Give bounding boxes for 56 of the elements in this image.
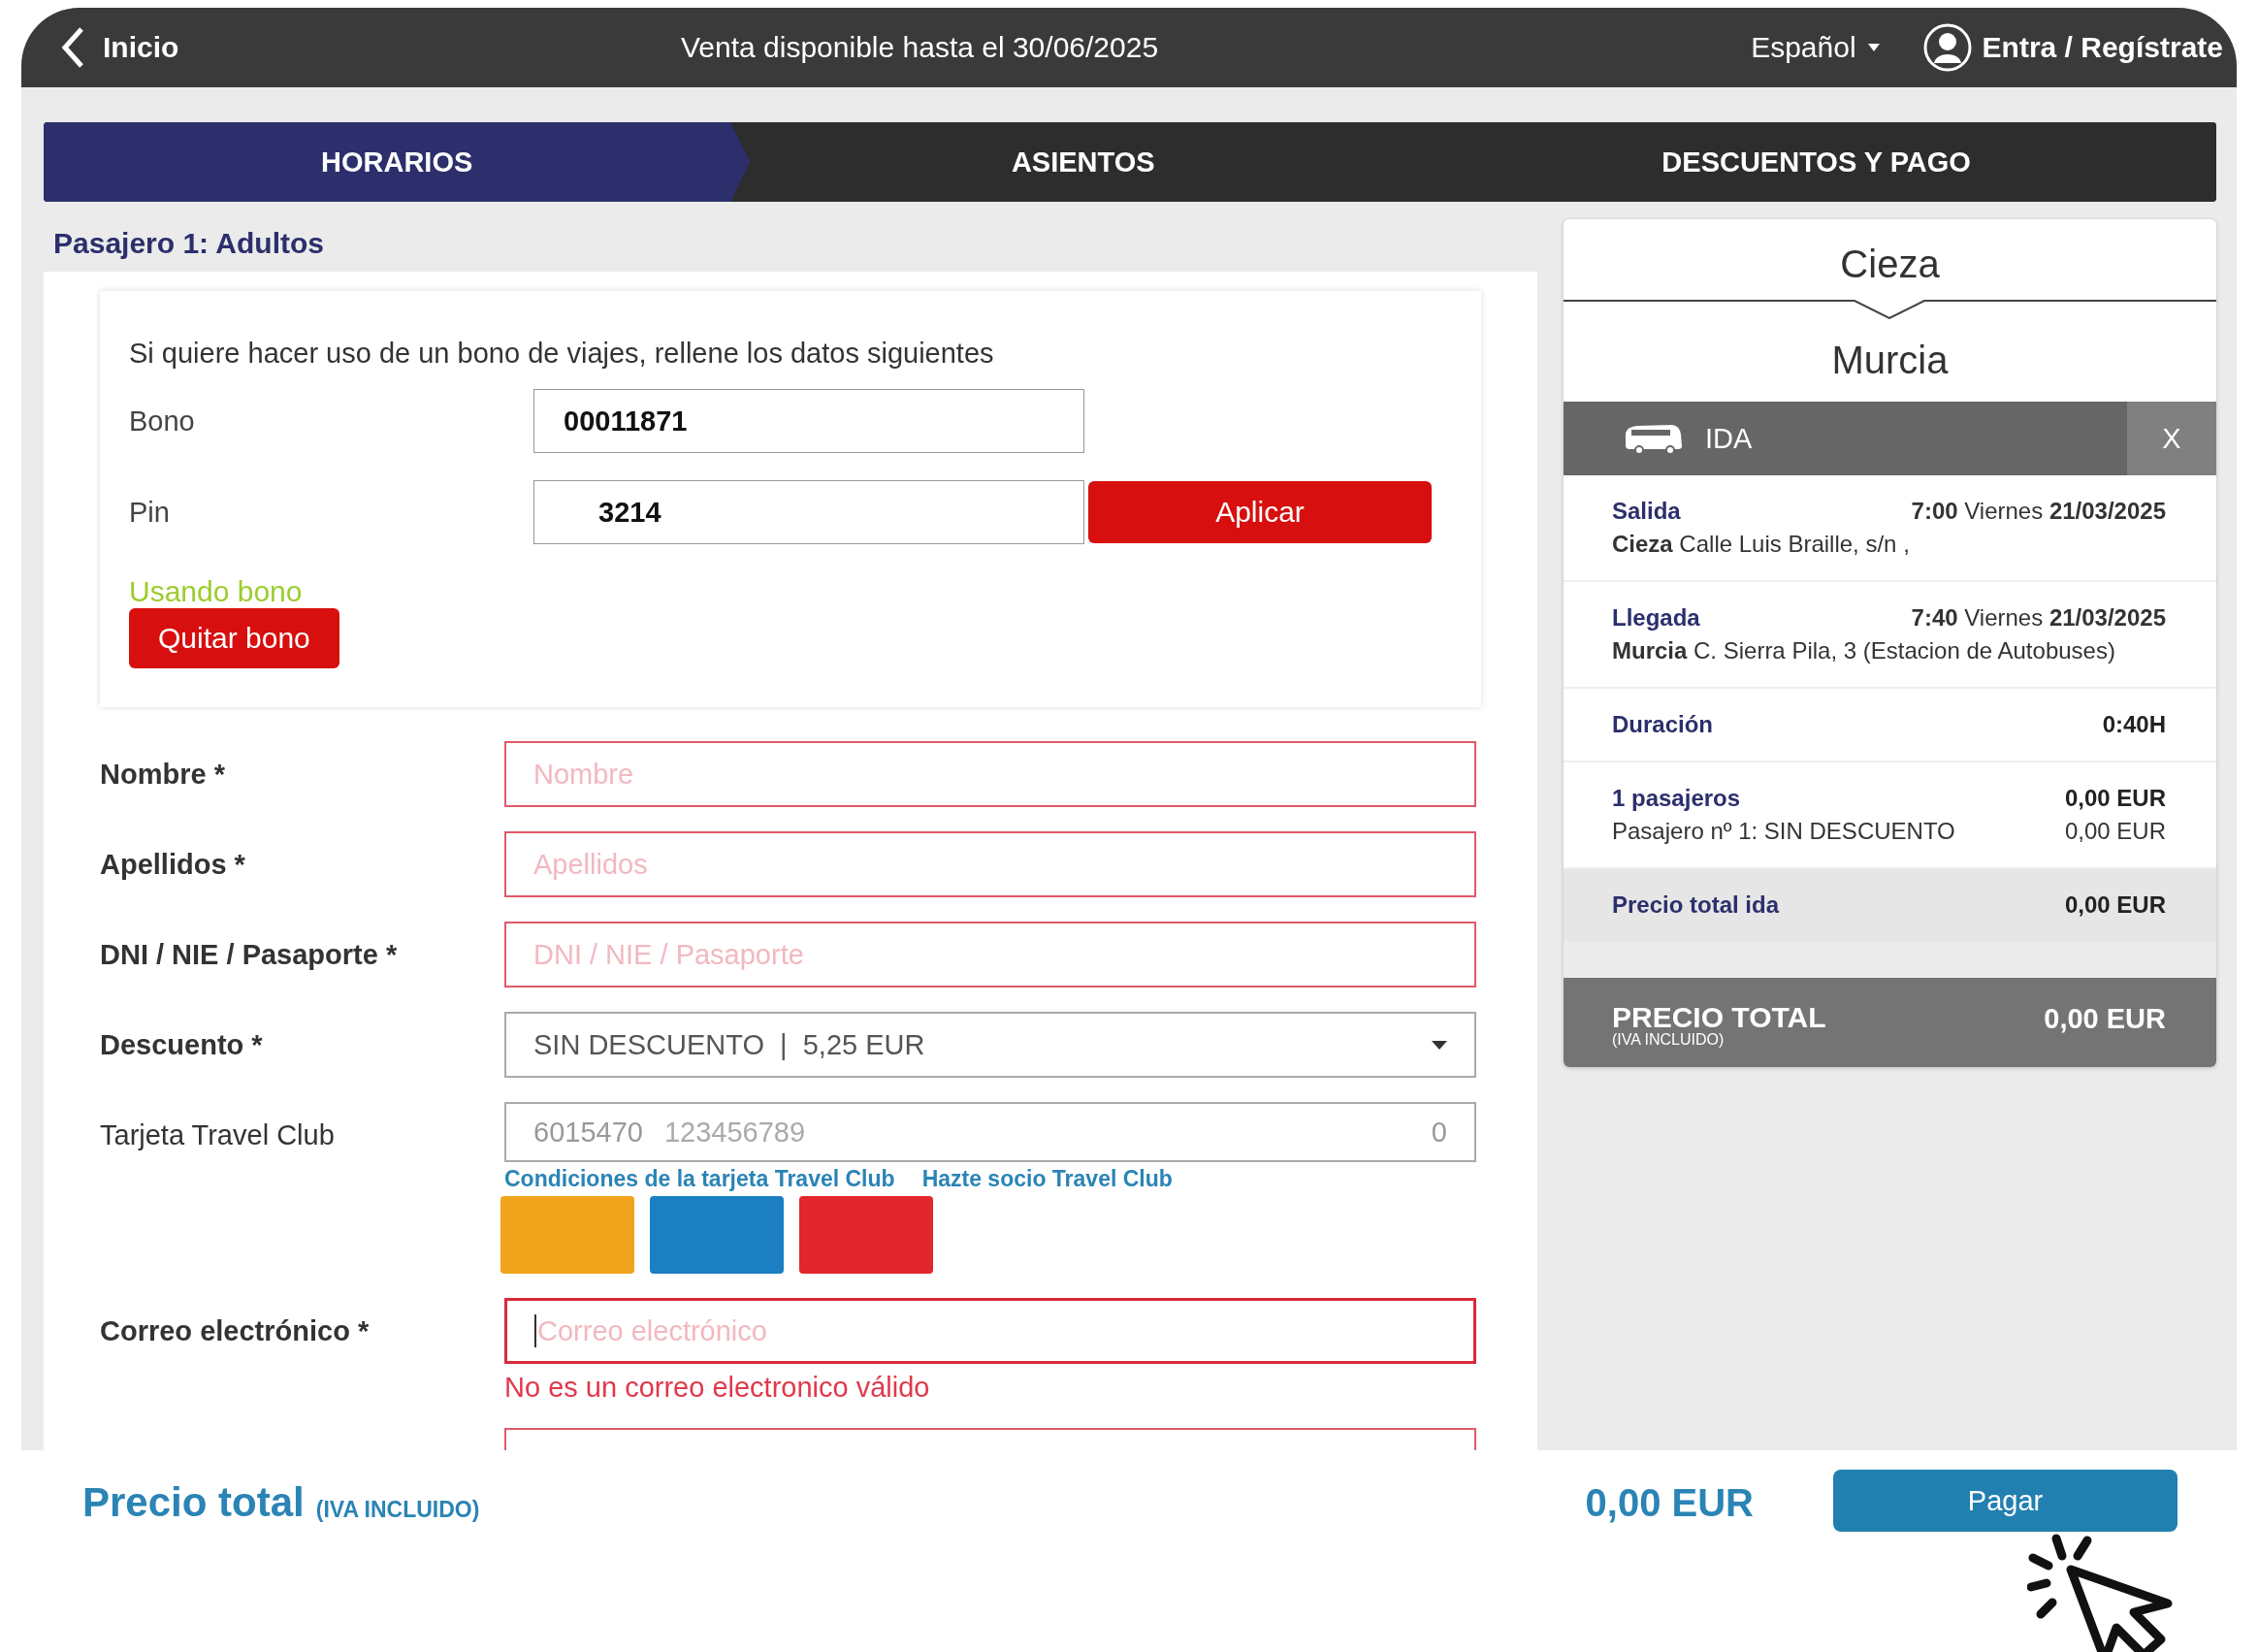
login-link[interactable]: Entra / Regístrate — [1921, 22, 2237, 73]
duration-value: 0:40H — [2102, 710, 2166, 739]
tax-note: (IVA INCLUIDO) — [1612, 1032, 1726, 1048]
stop-label: Salida — [1612, 497, 1681, 526]
voucher-status: Usando bono — [129, 575, 304, 608]
field-label: Apellidos * — [100, 848, 246, 882]
caret-icon — [1867, 44, 1880, 51]
price-label: Precio total — [82, 1479, 305, 1526]
input-field[interactable]: 00011871 — [533, 389, 1084, 453]
close-button[interactable]: X — [2127, 402, 2216, 475]
sale-notice: Venta disponible hasta el 30/06/2025 — [681, 31, 1160, 64]
discount-dropdown[interactable]: SIN DESCUENTO | 5,25 EUR — [504, 1012, 1476, 1078]
link[interactable]: Condiciones de la tarjeta Travel Club — [504, 1166, 895, 1192]
passengers-label: 1 pasajeros — [1612, 784, 1741, 813]
stop-address: Murcia C. Sierra Pila, 3 (Estacion de Autobuses) — [1612, 636, 2115, 665]
pay-button[interactable]: Pagar — [1833, 1470, 2177, 1532]
card-number-field[interactable]: 6015470 123456789 0 — [504, 1102, 1476, 1162]
passenger-title: Pasajero 1: Adultos — [52, 226, 325, 261]
link[interactable]: Hazte socio Travel Club — [921, 1166, 1173, 1192]
stop-time: 7:40 Viernes 21/03/2025 — [1911, 603, 2166, 632]
bus-icon — [1624, 423, 1684, 454]
destination-city: Murcia — [1830, 338, 1950, 383]
user-icon — [1921, 22, 1973, 73]
field-label: Nombre * — [100, 758, 226, 792]
price-amount: 0,00 EUR — [1585, 1481, 1754, 1525]
stop-time: 7:00 Viernes 21/03/2025 — [1911, 497, 2166, 526]
field-label: Tarjeta Travel Club — [100, 1118, 336, 1152]
field-label: Correo electrónico * — [100, 1314, 371, 1348]
origin-city: Cieza — [1839, 242, 1941, 287]
tax-note: (IVA INCLUIDO) — [315, 1497, 480, 1523]
field-label: DNI / NIE / Pasaporte * — [100, 938, 399, 972]
subtotal-amount: 0,00 EUR — [2064, 891, 2166, 920]
apply-button[interactable]: Aplicar — [1088, 481, 1432, 543]
remove-voucher-button[interactable]: Quitar bono — [129, 608, 339, 668]
step-tab[interactable]: HORARIOS — [44, 122, 751, 202]
back-link[interactable]: Inicio — [60, 26, 681, 69]
subtotal-label: Precio total ida — [1612, 891, 1780, 920]
passenger-amount: 0,00 EUR — [2064, 817, 2166, 846]
voucher-intro: Si quiere hacer uso de un bono de viajes, rellene los datos siguientes — [129, 338, 995, 370]
field-label: Descuento * — [100, 1028, 264, 1062]
field-label: Bono — [129, 405, 196, 437]
input-field[interactable]: 3214 — [533, 480, 1084, 544]
stop-address: Cieza Calle Luis Braille, s/n , — [1612, 530, 1910, 559]
leg-label: IDA — [1705, 422, 1753, 455]
text-cursor — [534, 1314, 536, 1347]
passengers-amount: 0,00 EUR — [2064, 784, 2166, 813]
error-message: No es un correo electronico válido — [504, 1372, 931, 1404]
duration-label: Duración — [1612, 710, 1713, 739]
language-selector[interactable]: Español — [1751, 31, 1880, 64]
chevron-left-icon — [60, 26, 85, 69]
total-amount: 0,00 EUR — [2044, 1003, 2166, 1036]
passenger-detail: Pasajero nº 1: SIN DESCUENTO — [1612, 817, 1955, 846]
total-label: PRECIO TOTAL — [1612, 1003, 1826, 1032]
stop-label: Llegada — [1612, 603, 1700, 632]
caret-icon — [1432, 1040, 1447, 1050]
field-label: Pin — [129, 496, 171, 529]
